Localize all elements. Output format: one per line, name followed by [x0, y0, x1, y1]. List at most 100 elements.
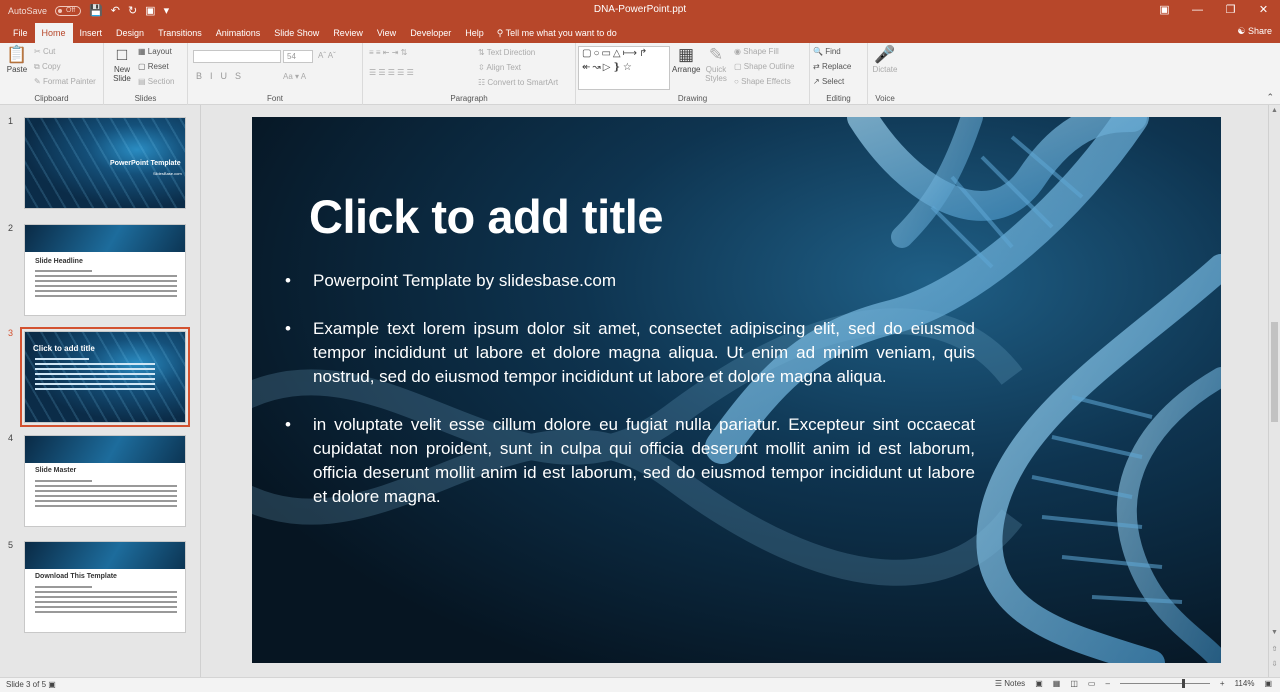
slide-thumbnail-4[interactable]: Slide Master — [24, 435, 186, 527]
paste-button[interactable]: 📋 Paste — [4, 45, 30, 74]
quick-access-toolbar: AutoSave Off 💾 ↶ ↻ ▣ ▾ — [8, 3, 169, 19]
slide-thumbnail-3[interactable]: Click to add title — [20, 327, 190, 427]
arrange-button[interactable]: ▦ Arrange — [672, 45, 700, 74]
fit-to-window-icon[interactable]: ▣ — [1264, 679, 1272, 688]
bullets-icon[interactable]: ≡ ≡ ⇤ ⇥ ⇅ — [369, 47, 407, 59]
shape-outline-button[interactable]: ▢ Shape Outline — [734, 61, 794, 73]
slide-canvas-area: Click to add title Powerpoint Template b… — [202, 105, 1268, 677]
undo-icon[interactable]: ↶ — [111, 4, 120, 18]
maximize-icon[interactable]: ❐ — [1214, 0, 1247, 22]
dna-header-image — [25, 436, 185, 463]
spellcheck-icon[interactable]: ▣ — [48, 680, 56, 689]
close-icon[interactable]: ✕ — [1247, 0, 1280, 22]
drawing-group-label: Drawing — [677, 94, 708, 103]
select-button[interactable]: ↗ Select — [813, 76, 844, 88]
autosave-label: AutoSave — [8, 6, 48, 16]
slideshow-view-icon[interactable]: ▭ — [1088, 679, 1096, 688]
font-color-icon[interactable]: Aa ▾ A — [283, 71, 306, 83]
present-icon[interactable]: ▣ — [145, 4, 155, 18]
slide-thumbnail-2[interactable]: Slide Headline — [24, 224, 186, 316]
slide-thumbnail-pane: 1 PowerPoint Template SlidesBase.com 2 S… — [0, 105, 201, 677]
new-slide-icon: □ — [116, 45, 128, 64]
vertical-scrollbar[interactable]: ▲ ▼ ⇧ ⇩ — [1268, 105, 1280, 677]
convert-smartart-button[interactable]: ☷ Convert to SmartArt — [478, 77, 558, 89]
tab-file[interactable]: File — [6, 23, 35, 43]
tab-home[interactable]: Home — [34, 23, 73, 43]
tab-insert[interactable]: Insert — [73, 23, 110, 43]
slide-thumbnail-1[interactable]: PowerPoint Template SlidesBase.com — [24, 117, 186, 209]
dictate-button[interactable]: 🎤 Dictate — [870, 45, 900, 74]
tab-transitions[interactable]: Transitions — [151, 23, 209, 43]
scroll-down-icon[interactable]: ▼ — [1269, 629, 1280, 636]
status-right-controls: ☰ Notes ▣ ▦ ◫ ▭ – + 114% ▣ — [995, 679, 1272, 688]
tab-animations[interactable]: Animations — [209, 23, 268, 43]
tab-review[interactable]: Review — [326, 23, 370, 43]
quick-styles-button[interactable]: ✎ Quick Styles — [703, 45, 729, 83]
tab-help[interactable]: Help — [458, 23, 491, 43]
font-size-combo[interactable]: 54 — [283, 50, 313, 63]
zoom-in-icon[interactable]: + — [1220, 679, 1225, 688]
paragraph-group-label: Paragraph — [450, 94, 488, 103]
notes-button[interactable]: ☰ Notes — [995, 679, 1025, 688]
format-painter-button[interactable]: ✎ Format Painter — [34, 76, 96, 88]
voice-group-label: Voice — [875, 94, 895, 103]
zoom-level[interactable]: 114% — [1235, 679, 1255, 688]
slide-content-placeholder[interactable]: Powerpoint Template by slidesbase.com Ex… — [285, 269, 975, 533]
slide-title-placeholder[interactable]: Click to add title — [309, 189, 664, 244]
slide-thumbnail-5[interactable]: Download This Template — [24, 541, 186, 633]
next-slide-icon[interactable]: ⇩ — [1269, 660, 1280, 668]
reset-button[interactable]: ▢ Reset — [138, 61, 169, 73]
tab-design[interactable]: Design — [109, 23, 151, 43]
reading-view-icon[interactable]: ◫ — [1070, 679, 1078, 688]
copy-button[interactable]: ⧉ Copy — [34, 61, 61, 73]
layout-button[interactable]: ▦ Layout — [138, 46, 172, 58]
font-name-combo[interactable] — [193, 50, 281, 63]
slide-sorter-icon[interactable]: ▦ — [1053, 679, 1061, 688]
zoom-out-icon[interactable]: – — [1105, 679, 1109, 688]
thumbnail-number: 3 — [8, 328, 14, 338]
font-format-buttons[interactable]: BIUS — [196, 71, 249, 81]
shapes-gallery[interactable]: ▢○▭△⟼↱ ↞↝▷❵☆ — [578, 46, 670, 90]
bullet-item: in voluptate velit esse cillum dolore eu… — [285, 413, 975, 509]
zoom-slider[interactable] — [1119, 679, 1210, 688]
scrollbar-thumb[interactable] — [1271, 322, 1278, 422]
slide-3-canvas[interactable]: Click to add title Powerpoint Template b… — [252, 117, 1221, 663]
tell-me-search[interactable]: ⚲ Tell me what you want to do — [497, 23, 617, 43]
shape-fill-button[interactable]: ◉ Shape Fill — [734, 46, 779, 58]
bullet-item: Example text lorem ipsum dolor sit amet,… — [285, 317, 975, 389]
cut-button[interactable]: ✂ Cut — [34, 46, 55, 58]
paragraph-group: ≡ ≡ ⇤ ⇥ ⇅ ☰ ☰ ☰ ☰ ☰ ⇅ Text Direction ⇳ A… — [363, 43, 576, 105]
new-slide-button[interactable]: □ New Slide — [108, 45, 136, 83]
tab-developer[interactable]: Developer — [403, 23, 458, 43]
tab-slide-show[interactable]: Slide Show — [267, 23, 326, 43]
save-icon[interactable]: 💾 — [89, 4, 103, 18]
dna-header-image — [25, 225, 185, 252]
paste-icon: 📋 — [6, 45, 28, 64]
normal-view-icon[interactable]: ▣ — [1035, 679, 1043, 688]
align-icons[interactable]: ☰ ☰ ☰ ☰ ☰ — [369, 67, 414, 79]
thumbnail-subtitle: SlidesBase.com — [153, 171, 182, 176]
ribbon-tab-bar: File Home Insert Design Transitions Anim… — [0, 22, 1280, 43]
autosave-toggle[interactable]: Off — [55, 6, 82, 16]
customize-toolbar-icon[interactable]: ▾ — [164, 4, 170, 18]
voice-group: 🎤 Dictate Voice — [868, 43, 902, 105]
ribbon-display-icon[interactable]: ▣ — [1148, 0, 1181, 22]
section-button[interactable]: ▤ Section — [138, 76, 174, 88]
grow-font-icon[interactable]: Aˆ Aˇ — [318, 50, 336, 62]
minimize-icon[interactable]: — — [1181, 0, 1214, 22]
previous-slide-icon[interactable]: ⇧ — [1269, 645, 1280, 653]
collapse-ribbon-icon[interactable]: ⌃ — [1266, 91, 1274, 103]
redo-icon[interactable]: ↻ — [128, 4, 137, 18]
align-text-button[interactable]: ⇳ Align Text — [478, 62, 521, 74]
find-button[interactable]: 🔍 Find — [813, 46, 841, 58]
text-direction-button[interactable]: ⇅ Text Direction — [478, 47, 535, 59]
microphone-icon: 🎤 — [874, 45, 896, 64]
thumbnail-title: Slide Headline — [35, 258, 83, 265]
scroll-up-icon[interactable]: ▲ — [1269, 107, 1280, 114]
replace-button[interactable]: ⇄ Replace — [813, 61, 851, 73]
thumbnail-number: 2 — [8, 223, 14, 233]
share-button[interactable]: ☯ Share — [1237, 26, 1272, 37]
tab-view[interactable]: View — [370, 23, 403, 43]
clipboard-group-label: Clipboard — [34, 94, 69, 103]
shape-effects-button[interactable]: ○ Shape Effects — [734, 76, 791, 88]
